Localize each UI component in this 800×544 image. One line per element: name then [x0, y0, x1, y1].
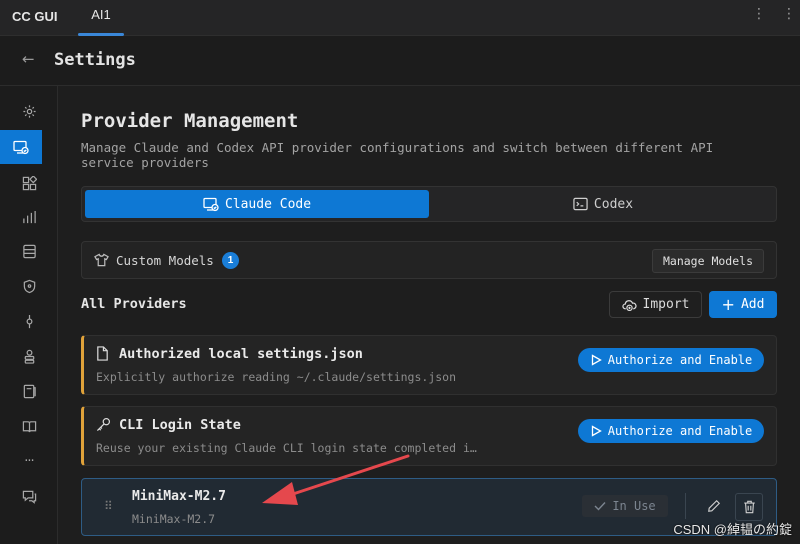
- sidebar-item-database[interactable]: [0, 234, 58, 268]
- arrow-left-icon[interactable]: ←: [22, 50, 35, 68]
- card-title: CLI Login State: [119, 417, 241, 433]
- drag-handle-icon[interactable]: ⠿: [104, 499, 113, 513]
- authorize-enable-button[interactable]: Authorize and Enable: [578, 419, 764, 443]
- shield-icon: [23, 279, 35, 293]
- database-icon: [22, 244, 36, 258]
- sidebar-item-permissions[interactable]: [0, 269, 58, 303]
- card-title: Authorized local settings.json: [119, 346, 363, 362]
- terminal-icon: [573, 197, 588, 211]
- blocks-icon: [22, 175, 37, 190]
- sidebar-item-commits[interactable]: [0, 304, 58, 338]
- chat-icon: [22, 490, 36, 504]
- button-label: Authorize and Enable: [607, 424, 753, 438]
- top-bar: CC GUI AI1 ⋮ ⋮: [0, 0, 800, 36]
- page-title: Settings: [54, 50, 136, 70]
- authorize-enable-button[interactable]: Authorize and Enable: [578, 348, 764, 372]
- custom-models-panel: Custom Models 1 Manage Models: [81, 241, 777, 279]
- status-label: In Use: [612, 499, 656, 513]
- more-vertical-icon[interactable]: ⋮: [752, 6, 766, 22]
- section-description: Manage Claude and Codex API provider con…: [81, 140, 714, 170]
- card-subtitle: Reuse your existing Claude CLI login sta…: [96, 441, 477, 455]
- plus-icon: +: [721, 294, 735, 314]
- play-icon: [591, 425, 602, 437]
- sidebar-item-agents[interactable]: [0, 339, 58, 373]
- tab-claude-code[interactable]: Claude Code: [85, 190, 429, 218]
- check-icon: [594, 502, 606, 511]
- all-providers-title: All Providers: [81, 296, 187, 312]
- stack-icon: [24, 349, 34, 364]
- add-label: Add: [740, 297, 765, 312]
- tab-ai1[interactable]: AI1: [78, 0, 124, 36]
- app-title: CC GUI: [12, 9, 58, 24]
- sidebar-item-library[interactable]: [0, 374, 58, 408]
- provider-card-local-settings: Authorized local settings.json Explicitl…: [81, 335, 777, 395]
- watermark: CSDN @綽韫の約錠: [673, 522, 792, 537]
- play-icon: [591, 354, 602, 366]
- provider-icon: [13, 140, 29, 154]
- button-label: Authorize and Enable: [607, 353, 753, 367]
- more-horizontal-icon: ···: [24, 453, 34, 469]
- provider-name: MiniMax-M2.7: [132, 489, 226, 504]
- custom-models-label: Custom Models: [116, 253, 214, 268]
- sidebar-item-more[interactable]: ···: [0, 444, 58, 478]
- bar-chart-icon: [22, 210, 36, 223]
- gear-icon: [22, 104, 36, 118]
- sidebar-item-feedback[interactable]: [0, 479, 58, 513]
- trash-icon: [743, 500, 755, 514]
- tab-label: AI1: [91, 7, 111, 22]
- sidebar-item-usage[interactable]: [0, 200, 58, 234]
- book-stack-icon: [23, 384, 36, 398]
- section-heading: Provider Management: [81, 110, 299, 132]
- tab-label: Codex: [593, 196, 634, 212]
- provider-model: MiniMax-M2.7: [132, 512, 216, 526]
- file-icon: [97, 346, 108, 361]
- cloud-import-icon: [621, 299, 637, 311]
- provider-card-cli-login: CLI Login State Reuse your existing Clau…: [81, 406, 777, 466]
- manage-models-button[interactable]: Manage Models: [651, 249, 764, 273]
- provider-type-switch: Claude Code Codex: [81, 186, 777, 222]
- tab-codex[interactable]: Codex: [431, 190, 775, 218]
- more-vertical-icon[interactable]: ⋮: [782, 6, 796, 22]
- main-content: Provider Management Manage Claude and Co…: [58, 86, 800, 544]
- import-label: Import: [642, 297, 690, 312]
- in-use-status: In Use: [582, 495, 668, 517]
- custom-models-count-badge: 1: [222, 252, 239, 269]
- delete-button[interactable]: [735, 493, 763, 521]
- edit-button[interactable]: [701, 493, 727, 519]
- sidebar: ···: [0, 86, 58, 544]
- sidebar-item-blocks[interactable]: [0, 166, 58, 200]
- settings-header: ← Settings: [0, 36, 800, 86]
- key-icon: [96, 417, 111, 432]
- tab-label: Claude Code: [224, 196, 312, 212]
- card-subtitle: Explicitly authorize reading ~/.claude/s…: [96, 370, 457, 384]
- tshirt-icon: [94, 253, 109, 267]
- provider-icon: [203, 197, 219, 211]
- add-provider-button[interactable]: + Add: [709, 291, 777, 318]
- import-button[interactable]: Import: [609, 291, 702, 318]
- sidebar-item-providers[interactable]: [0, 130, 42, 164]
- sidebar-item-settings[interactable]: [0, 94, 58, 128]
- pencil-icon: [708, 499, 721, 512]
- divider: [685, 493, 686, 519]
- book-open-icon: [22, 420, 36, 432]
- commit-icon: [26, 314, 32, 328]
- sidebar-item-docs[interactable]: [0, 409, 58, 443]
